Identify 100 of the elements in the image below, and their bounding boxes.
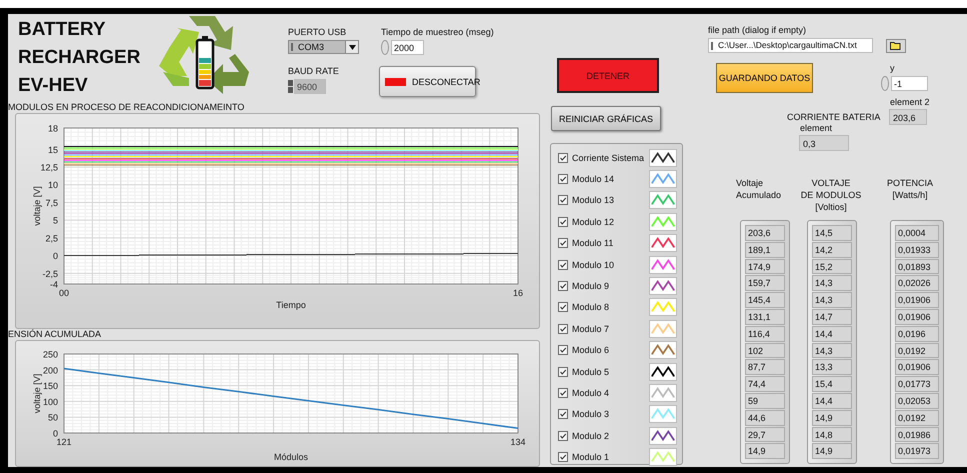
axis-title: Módulos bbox=[274, 452, 308, 462]
axis-tick-label: 50 bbox=[48, 412, 58, 423]
legend-label: Modulo 6 bbox=[572, 345, 610, 356]
array-cell: 0,0196 bbox=[895, 326, 939, 342]
array-cell: 0,01906 bbox=[895, 292, 939, 308]
checkbox[interactable] bbox=[558, 281, 568, 292]
chart-title: ENSIÓN ACUMULADA bbox=[8, 329, 102, 340]
array-cell: 14,5 bbox=[812, 225, 852, 241]
array-cell: 0,01773 bbox=[895, 376, 939, 392]
array-cell: 14,3 bbox=[812, 342, 852, 358]
spinner-icon[interactable] bbox=[288, 80, 293, 93]
array-cell: 14,3 bbox=[812, 275, 852, 292]
legend-label: Modulo 3 bbox=[572, 409, 610, 420]
y-field[interactable]: -1 bbox=[891, 76, 928, 91]
folder-icon bbox=[890, 41, 902, 50]
axis-tick-label: 12,5 bbox=[40, 162, 58, 172]
axis-tick-label: 16 bbox=[513, 288, 523, 298]
axis-tick-label: 150 bbox=[42, 381, 58, 392]
array-cell: 0,01906 bbox=[895, 359, 939, 376]
checkbox[interactable] bbox=[558, 324, 568, 334]
legend-label: Modulo 9 bbox=[572, 281, 610, 292]
line-sample-icon[interactable] bbox=[649, 148, 677, 167]
checkbox[interactable] bbox=[558, 216, 568, 227]
array-cell: 145,4 bbox=[745, 292, 785, 308]
array-cell: 87,7 bbox=[745, 359, 785, 376]
array-cell: 14,7 bbox=[812, 308, 852, 325]
array-cell: 0,01973 bbox=[895, 443, 939, 460]
element-2-value: 203,6 bbox=[889, 109, 927, 125]
array-cell: 14,4 bbox=[812, 326, 852, 342]
baud-label: BAUD RATE bbox=[288, 65, 340, 77]
axis-tick-label: 250 bbox=[42, 350, 58, 360]
array-cell: 14,3 bbox=[812, 292, 852, 308]
array-cell: 102 bbox=[745, 342, 785, 358]
array-cell: 14,9 bbox=[812, 410, 852, 426]
legend-label: Corriente Sistema bbox=[572, 152, 646, 163]
array-cell: 0,01933 bbox=[895, 242, 939, 258]
array-cell: 0,0192 bbox=[895, 410, 939, 426]
array-cell: 174,9 bbox=[745, 258, 785, 274]
checkbox[interactable] bbox=[558, 366, 568, 377]
battery-current-label: CORRIENTE BATERIA bbox=[787, 111, 881, 123]
array-cell: 0,02053 bbox=[895, 392, 939, 409]
checkbox[interactable] bbox=[558, 238, 568, 248]
axis-tick-label: -4 bbox=[50, 280, 58, 290]
array-cell: 59 bbox=[745, 392, 785, 409]
array-cell: 14,9 bbox=[812, 443, 852, 460]
legend-label: Modulo 10 bbox=[572, 260, 616, 270]
legend-label: Modulo 2 bbox=[572, 430, 610, 441]
checkbox[interactable] bbox=[558, 430, 568, 441]
axis-tick-label: 2,5 bbox=[45, 233, 58, 244]
port-dropdown[interactable]: COM3 bbox=[288, 40, 359, 54]
reset-charts-button[interactable]: REINICIAR GRÁFICAS bbox=[551, 106, 661, 131]
array-cell: 0,01893 bbox=[895, 258, 939, 274]
checkbox[interactable] bbox=[558, 345, 568, 356]
array-cell: 15,4 bbox=[812, 376, 852, 392]
axis-tick-label: 0 bbox=[52, 251, 58, 262]
element-2-label: element 2 bbox=[890, 96, 930, 108]
column-header: Voltaje Acumulado bbox=[736, 177, 782, 202]
checkbox[interactable] bbox=[558, 452, 568, 462]
io-icon bbox=[291, 43, 295, 51]
array-cell: 44,6 bbox=[745, 410, 785, 426]
line-sample-icon[interactable] bbox=[649, 362, 677, 381]
checkbox[interactable] bbox=[558, 260, 568, 270]
checkbox[interactable] bbox=[558, 174, 568, 184]
axis-tick-label: 18 bbox=[48, 124, 58, 134]
array-cell: 29,7 bbox=[745, 426, 785, 442]
axis-tick-label: 134 bbox=[510, 437, 526, 447]
array-cell: 14,4 bbox=[812, 392, 852, 409]
column-header: VOLTAJE DE MODULOS [Voltios] bbox=[800, 177, 862, 214]
checkbox[interactable] bbox=[558, 195, 568, 206]
array-cell: 0,0192 bbox=[895, 342, 939, 358]
browse-button[interactable] bbox=[886, 38, 906, 52]
column-header: POTENCIA [Watts/h] bbox=[886, 177, 934, 202]
axis-tick-label: 121 bbox=[56, 437, 72, 447]
array-cell: 0,0004 bbox=[895, 225, 939, 241]
legend-label: Modulo 13 bbox=[572, 195, 616, 206]
array-cell: 14,2 bbox=[812, 242, 852, 258]
legend-label: Modulo 12 bbox=[572, 216, 616, 227]
app-title: BATTERY RECHARGER EV-HEV bbox=[18, 18, 142, 98]
axis-tick-label: 10 bbox=[48, 180, 58, 190]
sampling-field[interactable]: 2000 bbox=[391, 40, 424, 55]
legend-label: Modulo 1 bbox=[572, 452, 610, 462]
checkbox[interactable] bbox=[558, 152, 568, 163]
chart-title: MODULOS EN PROCESO DE REACONDICIONAMEINTO bbox=[8, 102, 244, 113]
file-path-text: C:\User...\Desktop\cargaultimaCN.txt bbox=[718, 39, 857, 52]
save-data-button[interactable]: GUARDANDO DATOS bbox=[716, 63, 813, 93]
axis-tick-label: -2,5 bbox=[42, 268, 58, 279]
array-cell: 13,3 bbox=[812, 359, 852, 376]
file-path-field[interactable]: C:\User...\Desktop\cargaultimaCN.txt bbox=[708, 38, 873, 53]
line-sample-icon[interactable] bbox=[649, 426, 677, 445]
checkbox[interactable] bbox=[558, 409, 568, 420]
checkbox[interactable] bbox=[558, 388, 568, 398]
axis-tick-label: 00 bbox=[59, 288, 69, 298]
stop-button[interactable]: DETENER bbox=[557, 58, 659, 93]
caret-icon bbox=[348, 44, 356, 50]
axis-title: Tiempo bbox=[276, 300, 306, 310]
checkbox[interactable] bbox=[558, 302, 568, 312]
axis-tick-label: 7,5 bbox=[45, 198, 58, 208]
array-cell: 15,2 bbox=[812, 258, 852, 274]
array-cell: 159,7 bbox=[745, 275, 785, 292]
array-cell: 14,8 bbox=[812, 426, 852, 442]
